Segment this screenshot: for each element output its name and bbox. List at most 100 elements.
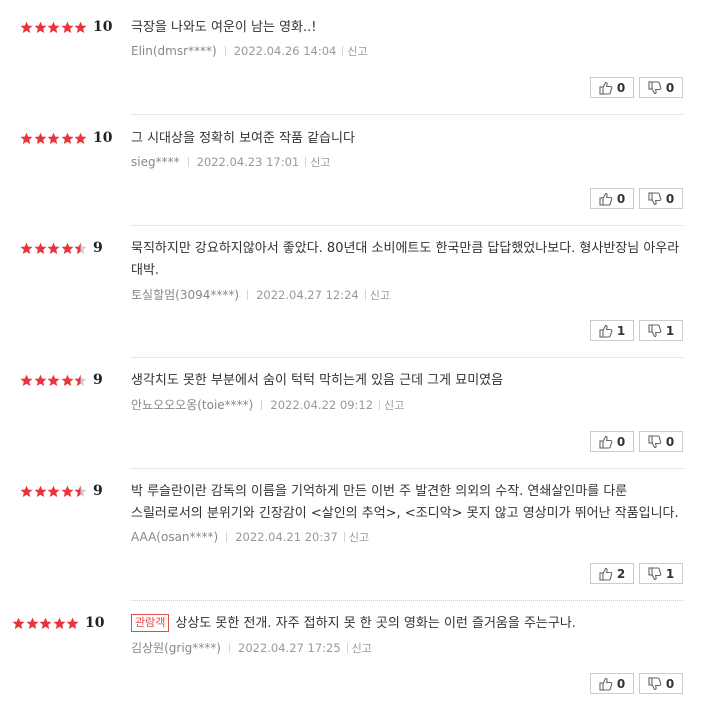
thumbs-up-icon	[599, 192, 617, 206]
review-meta: 김상원(grig****) 2022.04.27 17:25 신고	[131, 639, 691, 656]
dislike-button[interactable]: 0	[639, 431, 683, 452]
review-date: 2022.04.22 09:12	[270, 397, 374, 412]
review-meta: 안뇨오오오옹(toie****) 2022.04.22 09:12 신고	[131, 396, 691, 413]
report-link[interactable]: 신고	[347, 43, 367, 59]
review-divider	[131, 357, 684, 358]
like-count: 0	[616, 191, 626, 206]
thumbs-up-icon	[599, 81, 617, 95]
review-text: 생각치도 못한 부분에서 숨이 턱턱 막히는게 있음 근데 그게 묘미였음	[131, 373, 504, 388]
thumbs-up-icon	[599, 567, 617, 581]
dislike-button[interactable]: 0	[639, 673, 683, 694]
review-date: 2022.04.27 12:24	[256, 287, 359, 302]
review-text-block: 생각치도 못한 부분에서 숨이 턱턱 막히는게 있음 근데 그게 묘미였음	[131, 370, 691, 392]
star-icon	[61, 374, 74, 387]
dislike-count: 1	[665, 566, 675, 581]
vote-buttons: 00	[590, 77, 688, 98]
dislike-count: 1	[665, 323, 675, 338]
divider	[364, 289, 366, 300]
report-link[interactable]: 신고	[352, 640, 372, 656]
star-icon	[39, 617, 52, 630]
like-button[interactable]: 0	[590, 673, 634, 694]
half-star-icon	[74, 242, 87, 255]
half-star-icon	[74, 374, 87, 387]
star-icon	[20, 242, 33, 255]
review-text: 극장을 나와도 여운이 남는 영화..!	[131, 20, 317, 35]
like-button[interactable]: 1	[590, 320, 634, 341]
vote-buttons: 21	[590, 563, 688, 584]
report-link[interactable]: 신고	[370, 287, 390, 303]
divider	[187, 157, 189, 167]
star-icon	[34, 374, 47, 387]
rating-score: 10	[92, 130, 113, 146]
like-count: 1	[616, 323, 626, 338]
divider	[261, 399, 263, 410]
vote-buttons: 00	[590, 188, 688, 209]
review-meta: sieg**** 2022.04.23 17:01 신고	[131, 154, 691, 170]
reviewer-name[interactable]: Elin(dmsr****)	[131, 44, 217, 58]
star-icon	[66, 617, 79, 630]
dislike-count: 0	[665, 191, 675, 206]
star-icon	[47, 132, 60, 145]
dislike-button[interactable]: 1	[639, 320, 683, 341]
review-meta: AAA(osan****) 2022.04.21 20:37 신고	[131, 529, 691, 545]
star-icon	[20, 374, 33, 387]
divider	[379, 399, 381, 410]
like-count: 0	[616, 434, 626, 449]
review-meta: Elin(dmsr****) 2022.04.26 14:04 신고	[131, 43, 691, 59]
review-meta: 토실할멈(3094****) 2022.04.27 12:24 신고	[131, 286, 691, 303]
star-rating: 9	[20, 240, 103, 256]
like-count: 0	[616, 676, 626, 691]
reviewer-name[interactable]: AAA(osan****)	[131, 530, 218, 544]
star-icon	[34, 132, 47, 145]
rating-score: 10	[84, 615, 105, 631]
report-link[interactable]: 신고	[349, 529, 369, 545]
thumbs-up-icon	[599, 324, 617, 338]
thumbs-down-icon	[648, 434, 666, 449]
review-date: 2022.04.27 17:25	[238, 640, 341, 655]
dislike-button[interactable]: 1	[639, 563, 683, 584]
review-divider	[131, 600, 684, 601]
thumbs-down-icon	[648, 566, 666, 581]
star-icon	[61, 21, 74, 34]
thumbs-up-icon	[599, 435, 617, 449]
star-icon	[74, 21, 87, 34]
review-divider	[131, 468, 684, 469]
review-text: 묵직하지만 강요하지않아서 좋았다. 80년대 소비에트도 한국만큼 답답했었나…	[131, 241, 680, 278]
report-link[interactable]: 신고	[384, 397, 404, 413]
review-text-block: 그 시대상을 정확히 보여준 작품 같습니다	[131, 128, 691, 150]
star-icon	[53, 617, 66, 630]
divider	[224, 46, 226, 56]
thumbs-down-icon	[648, 191, 666, 206]
star-icon	[34, 485, 47, 498]
reviewer-name[interactable]: 김상원(grig****)	[131, 639, 221, 656]
reviewer-name[interactable]: 토실할멈(3094****)	[131, 286, 239, 303]
reviewer-name[interactable]: sieg****	[131, 155, 180, 169]
dislike-count: 0	[665, 676, 675, 691]
star-icon	[20, 485, 33, 498]
reviewer-name[interactable]: 안뇨오오오옹(toie****)	[131, 396, 253, 413]
star-icon	[20, 21, 33, 34]
like-button[interactable]: 2	[590, 563, 634, 584]
rating-score: 9	[92, 483, 103, 499]
dislike-count: 0	[665, 80, 675, 95]
divider	[226, 532, 228, 542]
like-button[interactable]: 0	[590, 77, 634, 98]
dislike-button[interactable]: 0	[639, 188, 683, 209]
review-text-block: 극장을 나와도 여운이 남는 영화..!	[131, 17, 691, 39]
dislike-count: 0	[665, 434, 675, 449]
vote-buttons: 11	[590, 320, 688, 341]
rating-score: 9	[92, 240, 103, 256]
star-icon	[61, 132, 74, 145]
half-star-icon	[74, 485, 87, 498]
divider	[342, 46, 344, 56]
thumbs-down-icon	[648, 323, 666, 338]
review-text: 그 시대상을 정확히 보여준 작품 같습니다	[131, 131, 355, 146]
report-link[interactable]: 신고	[310, 154, 330, 170]
star-rating: 10	[20, 130, 112, 146]
like-button[interactable]: 0	[590, 431, 634, 452]
review-date: 2022.04.23 17:01	[196, 155, 300, 169]
like-button[interactable]: 0	[590, 188, 634, 209]
review-divider	[131, 114, 684, 115]
star-icon	[47, 374, 60, 387]
dislike-button[interactable]: 0	[639, 77, 683, 98]
